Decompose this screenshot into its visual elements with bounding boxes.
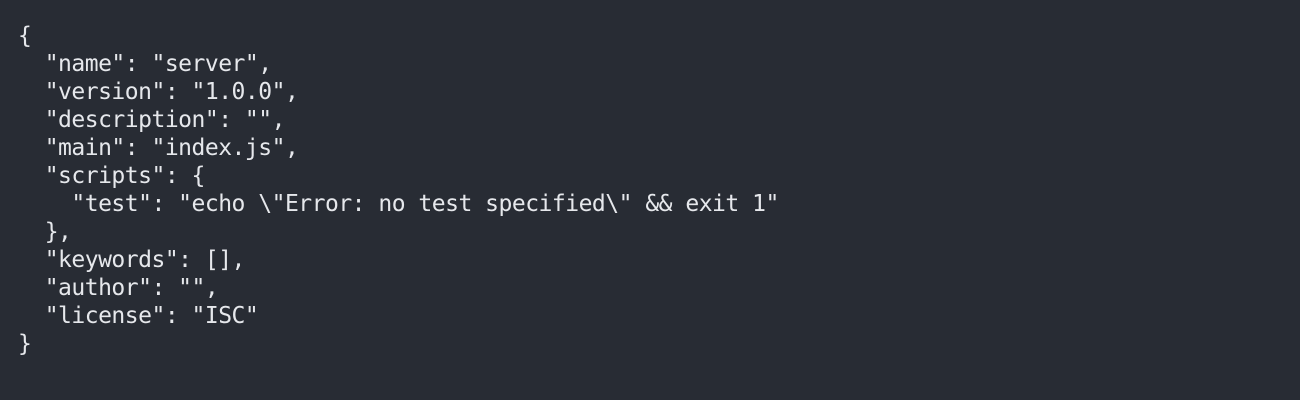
code-line-scripts-open: "scripts": {: [18, 163, 206, 189]
package-json-output: { "name": "server", "version": "1.0.0", …: [18, 22, 1300, 358]
code-line-version: "version": "1.0.0",: [18, 79, 299, 105]
code-line-name: "name": "server",: [18, 51, 272, 77]
code-line-close-brace: }: [18, 331, 32, 357]
code-line-main: "main": "index.js",: [18, 135, 299, 161]
code-line-description: "description": "",: [18, 107, 286, 133]
code-line-keywords: "keywords": [],: [18, 247, 246, 273]
code-line-open-brace: {: [18, 23, 32, 49]
code-line-author: "author": "",: [18, 275, 219, 301]
terminal-window: { "name": "server", "version": "1.0.0", …: [0, 0, 1300, 400]
code-line-test-script: "test": "echo \"Error: no test specified…: [18, 191, 779, 217]
code-line-license: "license": "ISC": [18, 303, 259, 329]
code-line-scripts-close: },: [18, 219, 72, 245]
